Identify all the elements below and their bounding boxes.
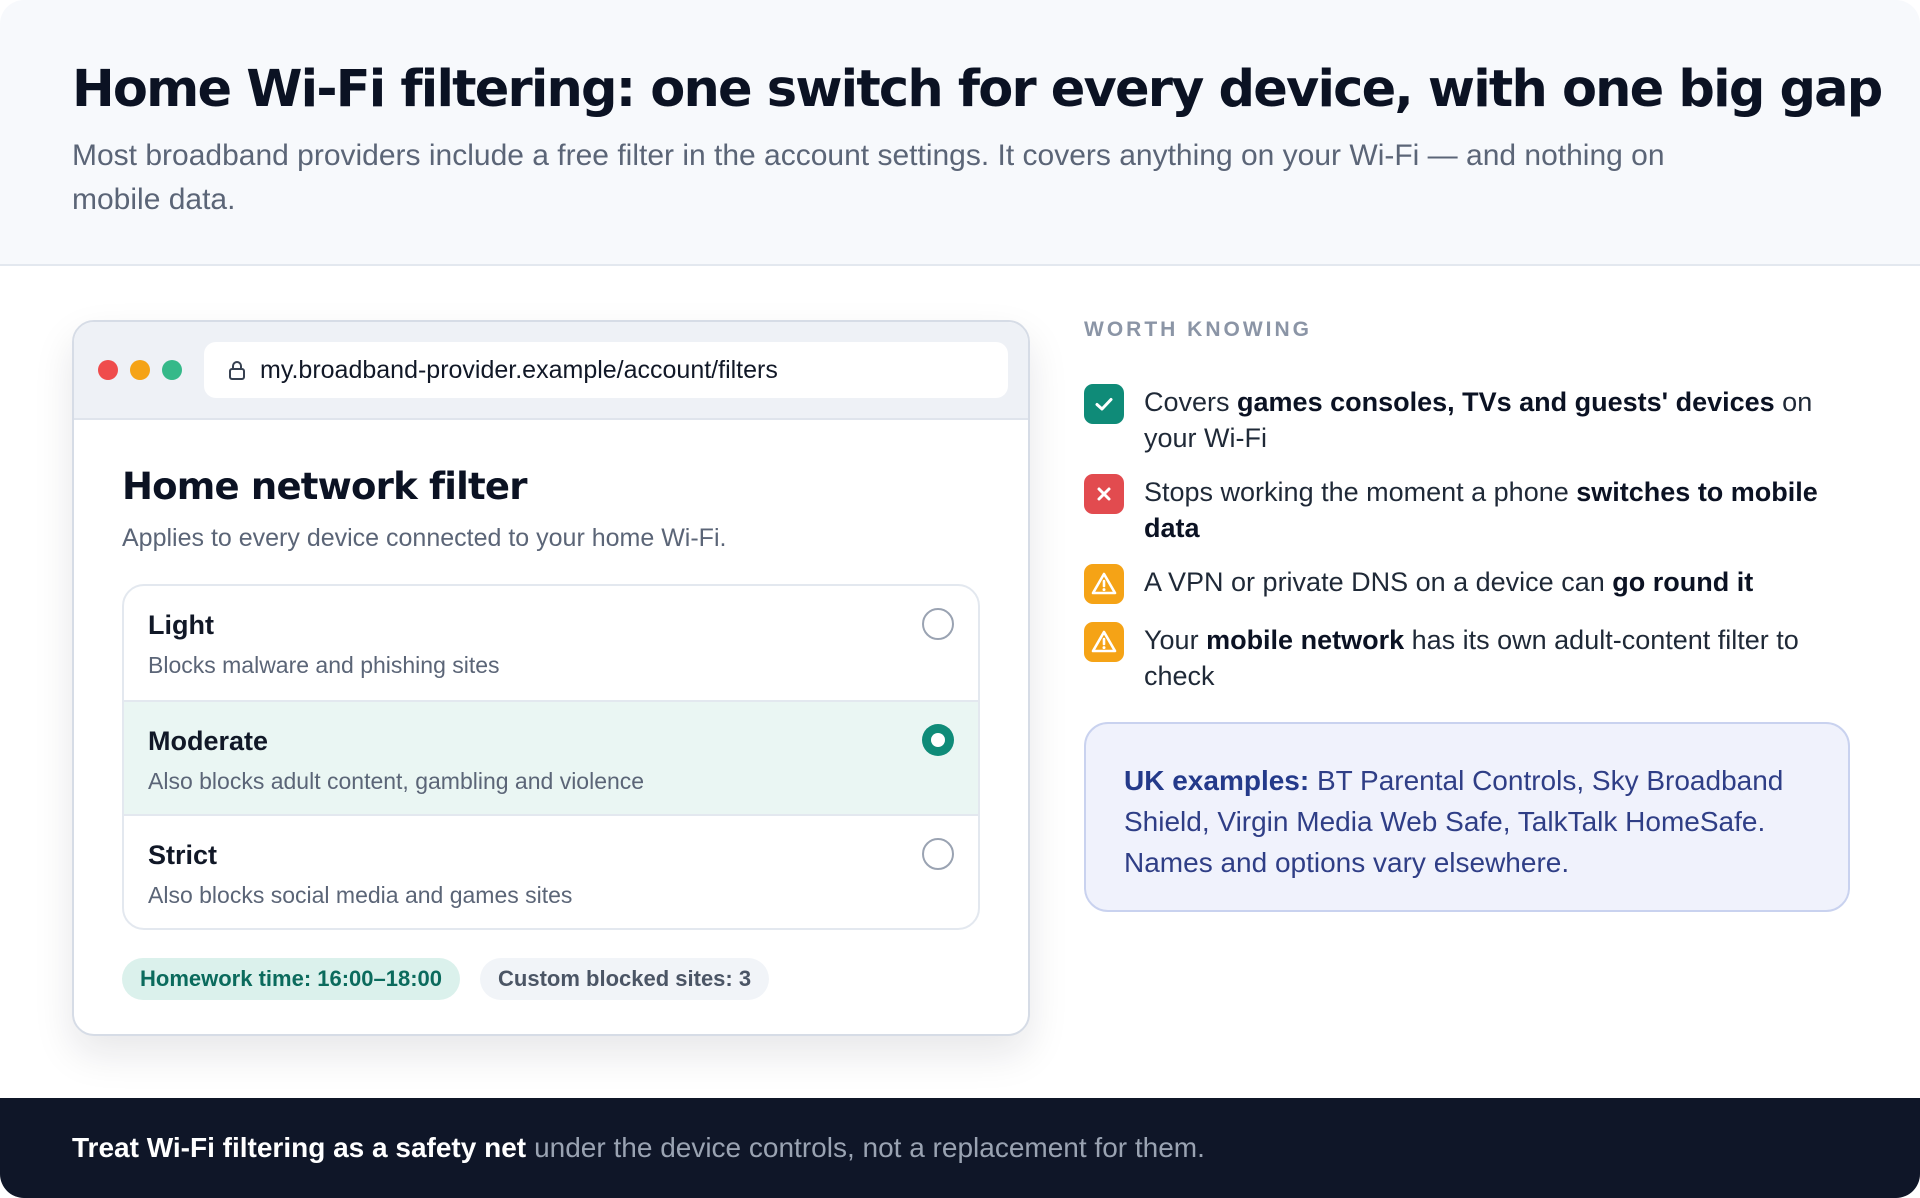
fact-item: Your mobile network has its own adult-co… xyxy=(1084,622,1850,694)
check-icon xyxy=(1084,384,1124,424)
filter-level-options: Light Blocks malware and phishing sites … xyxy=(122,584,980,930)
uk-examples-callout: UK examples: BT Parental Controls, Sky B… xyxy=(1084,722,1850,912)
address-url: my.broadband-provider.example/account/fi… xyxy=(260,355,778,384)
footer-text: under the device controls, not a replace… xyxy=(534,1132,1205,1163)
page-subtitle: Most broadband providers include a free … xyxy=(72,139,1665,216)
fact-text: Covers games consoles, TVs and guests' d… xyxy=(1144,387,1813,453)
page: Home Wi-Fi filtering: one switch for eve… xyxy=(0,0,1920,1198)
option-name: Strict xyxy=(148,840,218,870)
section-eyebrow: WORTH KNOWING xyxy=(1084,318,1312,341)
radio-moderate[interactable] xyxy=(922,724,954,756)
footer-banner: Treat Wi-Fi filtering as a safety net un… xyxy=(0,1098,1920,1198)
fact-text: Your mobile network has its own adult-co… xyxy=(1144,625,1799,691)
radio-light[interactable] xyxy=(922,608,954,640)
facts-list: Covers games consoles, TVs and guests' d… xyxy=(1084,384,1850,694)
browser-window: my.broadband-provider.example/account/fi… xyxy=(72,320,1030,1036)
fact-item: A VPN or private DNS on a device can go … xyxy=(1084,564,1850,604)
option-description: Also blocks social media and games sites xyxy=(148,882,573,908)
option-name: Light xyxy=(148,610,214,640)
header: Home Wi-Fi filtering: one switch for eve… xyxy=(0,0,1920,266)
fact-item: Covers games consoles, TVs and guests' d… xyxy=(1084,384,1850,456)
homework-time-chip[interactable]: Homework time: 16:00–18:00 xyxy=(122,958,461,1000)
option-description: Blocks malware and phishing sites xyxy=(148,652,500,678)
worth-knowing-section: WORTH KNOWING Covers games consoles, TVs… xyxy=(1084,318,1850,694)
filter-option-strict[interactable]: Strict Also blocks social media and game… xyxy=(124,814,978,928)
option-name: Moderate xyxy=(148,726,269,756)
filter-panel: Home network filter Applies to every dev… xyxy=(74,464,1028,1000)
cross-icon xyxy=(1084,474,1124,514)
panel-subtitle: Applies to every device connected to you… xyxy=(122,524,727,552)
fact-text: A VPN or private DNS on a device can go … xyxy=(1144,567,1754,597)
footer-strong-text: Treat Wi-Fi filtering as a safety net xyxy=(72,1132,527,1163)
maximize-window-dot[interactable] xyxy=(162,360,182,380)
close-window-dot[interactable] xyxy=(98,360,118,380)
option-description: Also blocks adult content, gambling and … xyxy=(148,768,645,794)
fact-item: Stops working the moment a phone switche… xyxy=(1084,474,1850,546)
page-title: Home Wi-Fi filtering: one switch for eve… xyxy=(72,60,1883,119)
warning-icon xyxy=(1084,564,1124,604)
browser-chrome: my.broadband-provider.example/account/fi… xyxy=(74,322,1028,420)
examples-lead: UK examples: xyxy=(1124,765,1310,796)
custom-blocked-sites-chip[interactable]: Custom blocked sites: 3 xyxy=(480,958,770,1000)
settings-chips: Homework time: 16:00–18:00 Custom blocke… xyxy=(122,958,980,1000)
lock-icon xyxy=(229,361,245,380)
panel-title: Home network filter xyxy=(122,465,527,508)
filter-option-light[interactable]: Light Blocks malware and phishing sites xyxy=(124,586,978,700)
fact-text: Stops working the moment a phone switche… xyxy=(1144,477,1818,543)
minimize-window-dot[interactable] xyxy=(130,360,150,380)
warning-icon xyxy=(1084,622,1124,662)
radio-strict[interactable] xyxy=(922,838,954,870)
filter-option-moderate[interactable]: Moderate Also blocks adult content, gamb… xyxy=(124,700,978,814)
address-bar[interactable]: my.broadband-provider.example/account/fi… xyxy=(204,342,1008,398)
